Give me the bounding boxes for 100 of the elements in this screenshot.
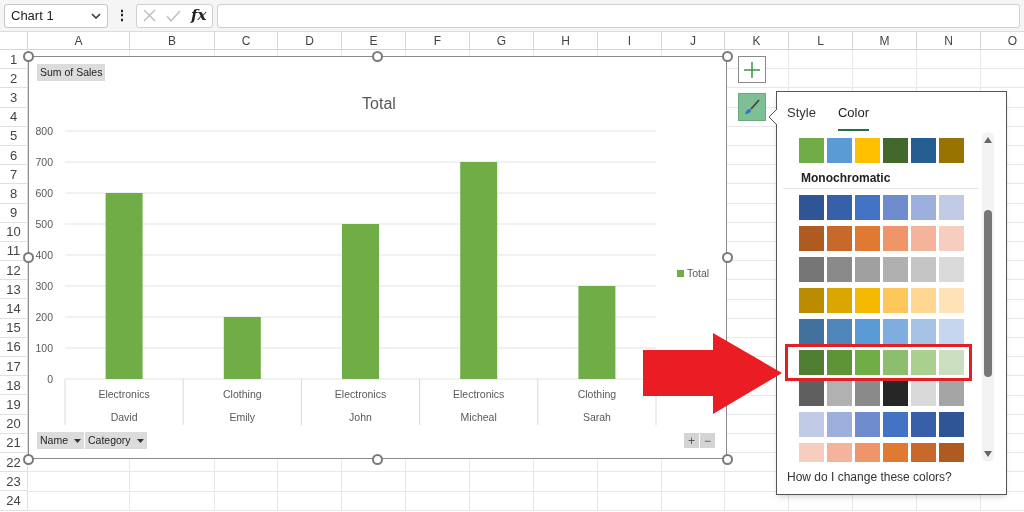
row-header[interactable]: 12	[6, 263, 21, 277]
color-swatch[interactable]	[911, 194, 936, 220]
swatch-row[interactable]	[799, 442, 966, 462]
row-header[interactable]: 15	[6, 321, 21, 335]
resize-handle[interactable]	[721, 453, 733, 465]
resize-handle[interactable]	[721, 50, 733, 62]
color-swatch[interactable]	[827, 287, 852, 313]
color-swatch[interactable]	[883, 225, 908, 251]
axis-field-button[interactable]: Name	[37, 432, 84, 449]
color-swatch[interactable]	[883, 137, 908, 163]
color-swatch[interactable]	[855, 194, 880, 220]
color-swatch[interactable]	[939, 349, 964, 375]
scroll-up-icon[interactable]	[984, 136, 992, 143]
color-swatch[interactable]	[827, 380, 852, 406]
color-swatch[interactable]	[939, 256, 964, 282]
color-swatch[interactable]	[883, 380, 908, 406]
color-swatch[interactable]	[799, 137, 824, 163]
color-swatch[interactable]	[855, 442, 880, 462]
resize-handle[interactable]	[22, 453, 34, 465]
scrollbar[interactable]	[982, 131, 994, 462]
color-swatch[interactable]	[939, 380, 964, 406]
swatch-row[interactable]	[799, 137, 966, 163]
more-options-button[interactable]: ⋮	[112, 5, 132, 26]
column-header[interactable]: A	[28, 32, 130, 50]
column-header[interactable]: C	[215, 32, 278, 50]
axis-field-button[interactable]: Category	[85, 432, 147, 449]
color-swatch[interactable]	[911, 380, 936, 406]
color-swatch[interactable]	[911, 442, 936, 462]
color-swatch[interactable]	[827, 225, 852, 251]
bar[interactable]	[460, 162, 498, 379]
row-header[interactable]: 21	[6, 436, 21, 450]
name-box[interactable]: Chart 1	[4, 3, 108, 28]
bar[interactable]	[578, 286, 616, 379]
color-swatch[interactable]	[799, 256, 824, 282]
column-header[interactable]: M	[853, 32, 917, 50]
panel-tab[interactable]: Color	[837, 103, 869, 131]
swatch-row[interactable]	[799, 256, 966, 282]
color-swatch[interactable]	[827, 256, 852, 282]
column-header[interactable]: K	[725, 32, 789, 50]
color-swatch[interactable]	[855, 318, 880, 344]
color-swatch[interactable]	[883, 411, 908, 437]
column-header[interactable]: O	[981, 32, 1024, 50]
help-link[interactable]: How do I change these colors?	[777, 468, 1006, 494]
color-swatch[interactable]	[939, 442, 964, 462]
color-swatch[interactable]	[827, 137, 852, 163]
color-swatch[interactable]	[827, 411, 852, 437]
color-swatch[interactable]	[911, 256, 936, 282]
color-swatch[interactable]	[855, 380, 880, 406]
color-swatch[interactable]	[855, 287, 880, 313]
row-header[interactable]: 7	[9, 167, 18, 181]
swatch-row[interactable]	[799, 287, 966, 313]
swatch-row[interactable]	[799, 225, 966, 251]
row-header[interactable]: 17	[6, 359, 21, 373]
color-swatch[interactable]	[855, 411, 880, 437]
selection-highlight[interactable]	[785, 343, 972, 381]
cancel-icon[interactable]	[143, 9, 156, 22]
resize-handle[interactable]	[22, 50, 34, 62]
row-header[interactable]: 24	[6, 493, 21, 507]
resize-handle[interactable]	[372, 50, 383, 62]
color-swatch[interactable]	[799, 442, 824, 462]
color-swatch[interactable]	[883, 442, 908, 462]
resize-handle[interactable]	[721, 252, 733, 263]
row-header[interactable]: 4	[9, 110, 18, 124]
row-header[interactable]: 10	[6, 225, 21, 239]
color-swatch[interactable]	[883, 194, 908, 220]
column-header[interactable]: B	[130, 32, 215, 50]
color-swatch[interactable]	[799, 194, 824, 220]
color-swatch[interactable]	[939, 318, 964, 344]
color-swatch[interactable]	[799, 411, 824, 437]
color-swatch[interactable]	[911, 137, 936, 163]
color-swatch[interactable]	[827, 349, 852, 375]
column-header[interactable]: J	[662, 32, 725, 50]
column-header[interactable]: I	[598, 32, 662, 50]
color-swatch[interactable]	[911, 225, 936, 251]
column-header[interactable]: H	[534, 32, 598, 50]
chart-styles-button[interactable]	[738, 93, 766, 121]
column-header[interactable]: E	[342, 32, 406, 50]
resize-handle[interactable]	[22, 252, 34, 263]
color-swatch[interactable]	[827, 318, 852, 344]
row-header[interactable]: 11	[6, 244, 21, 258]
column-header[interactable]: F	[406, 32, 470, 50]
swatch-row[interactable]	[799, 411, 966, 437]
color-swatch[interactable]	[855, 349, 880, 375]
color-swatch[interactable]	[883, 349, 908, 375]
color-swatch[interactable]	[799, 349, 824, 375]
panel-tab[interactable]: Style	[787, 103, 816, 131]
color-swatch[interactable]	[911, 287, 936, 313]
row-header[interactable]: 5	[9, 129, 18, 143]
color-swatch[interactable]	[799, 225, 824, 251]
bar[interactable]	[223, 317, 261, 379]
row-header[interactable]: 6	[9, 148, 18, 162]
color-swatch[interactable]	[939, 194, 964, 220]
row-header[interactable]: 2	[9, 71, 18, 85]
bar[interactable]	[105, 193, 143, 379]
row-header[interactable]: 16	[6, 340, 21, 354]
insert-function-button[interactable]: fx	[191, 4, 207, 27]
column-header[interactable]: N	[917, 32, 981, 50]
color-swatch[interactable]	[911, 349, 936, 375]
color-swatch[interactable]	[827, 194, 852, 220]
color-swatch[interactable]	[939, 411, 964, 437]
